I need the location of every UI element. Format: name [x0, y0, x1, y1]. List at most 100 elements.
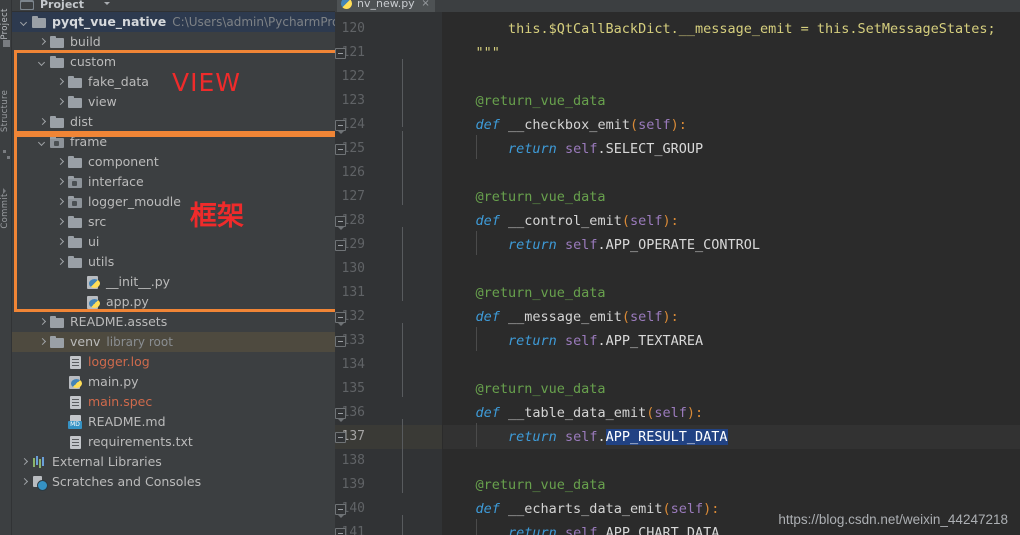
- fold-marker-icon[interactable]: [335, 408, 346, 422]
- code-line[interactable]: return self.APP_OPERATE_CONTROL: [443, 233, 760, 257]
- chevron-right-icon[interactable]: [38, 318, 47, 327]
- code-token: self: [654, 405, 687, 421]
- code-line[interactable]: def __echarts_data_emit(self):: [443, 497, 720, 521]
- code-line[interactable]: def __table_data_emit(self):: [443, 401, 704, 425]
- folder-icon: [68, 235, 83, 249]
- tree-row-readme-md[interactable]: README.md: [12, 412, 335, 432]
- code-line[interactable]: @return_vue_data: [443, 89, 606, 113]
- tree-row-interface[interactable]: interface: [12, 172, 335, 192]
- tree-row-main-py[interactable]: main.py: [12, 372, 335, 392]
- tree-row-dist[interactable]: dist: [12, 112, 335, 132]
- chevron-right-icon[interactable]: [56, 98, 65, 107]
- fold-marker-icon[interactable]: [335, 432, 346, 443]
- fold-marker-icon[interactable]: [335, 144, 346, 155]
- chevron-right-icon[interactable]: [56, 158, 65, 167]
- fold-marker-icon[interactable]: [335, 48, 346, 59]
- code-token: @return_vue_data: [443, 189, 606, 205]
- chevron-right-icon[interactable]: [20, 478, 29, 487]
- code-token: this.$QtCallBackDict.__message_emit = th…: [443, 21, 996, 37]
- tree-row-readme-assets[interactable]: README.assets: [12, 312, 335, 332]
- python-file-icon: [68, 375, 83, 389]
- fold-marker-icon[interactable]: [335, 528, 346, 535]
- fold-marker-icon[interactable]: [335, 120, 346, 134]
- chevron-right-icon[interactable]: [56, 178, 65, 187]
- editor-tab-label: nv_new.py: [357, 0, 415, 10]
- chevron-right-icon[interactable]: [38, 338, 47, 347]
- tree-row-scratches-and-consoles[interactable]: Scratches and Consoles: [12, 472, 335, 492]
- tree-row-fake-data[interactable]: fake_data: [12, 72, 335, 92]
- folder-icon: [50, 335, 65, 349]
- fold-marker-icon[interactable]: [335, 312, 346, 326]
- code-content[interactable]: this.$QtCallBackDict.__message_emit = th…: [443, 12, 1020, 535]
- code-token: @return_vue_data: [443, 477, 606, 493]
- code-line[interactable]: return self.APP_RESULT_DATA: [443, 425, 1020, 449]
- chevron-right-icon[interactable]: [38, 38, 47, 47]
- tree-row-ui[interactable]: ui: [12, 232, 335, 252]
- project-tree[interactable]: pyqt_vue_native C:\Users\admin\PycharmPro…: [12, 12, 335, 535]
- line-number: 127: [341, 189, 365, 204]
- tree-item-label: pyqt_vue_native: [52, 14, 167, 29]
- code-line[interactable]: return self.SELECT_GROUP: [443, 137, 703, 161]
- code-line[interactable]: @return_vue_data: [443, 185, 606, 209]
- chevron-right-icon[interactable]: [56, 218, 65, 227]
- code-line[interactable]: @return_vue_data: [443, 281, 606, 305]
- fold-connector-line: [402, 59, 403, 127]
- chevron-right-icon[interactable]: [56, 78, 65, 87]
- code-token: __table_data_emit: [499, 405, 647, 421]
- chevron-down-icon[interactable]: [20, 18, 29, 27]
- code-token: return: [508, 429, 557, 445]
- code-line[interactable]: """: [443, 41, 500, 65]
- code-token: APP_TEXTAREA: [605, 333, 704, 349]
- tree-row-main-spec[interactable]: main.spec: [12, 392, 335, 412]
- tree-row-app-py[interactable]: app.py: [12, 292, 335, 312]
- tree-row-venv[interactable]: venv library root: [12, 332, 335, 352]
- fold-marker-icon[interactable]: [335, 504, 346, 518]
- code-line[interactable]: @return_vue_data: [443, 473, 606, 497]
- tree-row-utils[interactable]: utils: [12, 252, 335, 272]
- chevron-down-icon[interactable]: [38, 58, 47, 67]
- editor-gutter[interactable]: 120 121 122 123 124 125 126 127 128 129 130 131 132 1…: [335, 12, 443, 535]
- folder-icon: [68, 255, 83, 269]
- tree-row-logger-log[interactable]: logger.log: [12, 352, 335, 372]
- chevron-right-icon[interactable]: [20, 458, 29, 467]
- chevron-right-icon[interactable]: [38, 118, 47, 127]
- tree-row-external-libraries[interactable]: External Libraries: [12, 452, 335, 472]
- code-line[interactable]: def __checkbox_emit(self):: [443, 113, 687, 137]
- tree-row-view[interactable]: view: [12, 92, 335, 112]
- code-line[interactable]: def __message_emit(self):: [443, 305, 679, 329]
- code-line[interactable]: return self.APP_TEXTAREA: [443, 329, 703, 353]
- project-tab-marker-icon: [3, 40, 10, 47]
- code-line[interactable]: def __control_emit(self):: [443, 209, 679, 233]
- tree-row-src[interactable]: src: [12, 212, 335, 232]
- code-line[interactable]: this.$QtCallBackDict.__message_emit = th…: [443, 17, 996, 41]
- tree-row-requirements-txt[interactable]: requirements.txt: [12, 432, 335, 452]
- fold-marker-icon[interactable]: [335, 216, 346, 230]
- fold-marker-icon[interactable]: [335, 240, 346, 251]
- fold-marker-icon[interactable]: [335, 336, 346, 347]
- tree-row-custom[interactable]: custom: [12, 52, 335, 72]
- chevron-right-icon[interactable]: [56, 258, 65, 267]
- tree-row-pyqt-vue-native[interactable]: pyqt_vue_native C:\Users\admin\PycharmPro…: [12, 12, 335, 32]
- indent-guide: [476, 423, 477, 447]
- chevron-right-icon[interactable]: [56, 198, 65, 207]
- code-token: ): [662, 213, 671, 229]
- toolwindow-tab-structure[interactable]: Structure: [0, 85, 12, 137]
- tree-row-frame[interactable]: frame: [12, 132, 335, 152]
- tree-row-logger-moudle[interactable]: logger_moudle: [12, 192, 335, 212]
- tree-row-component[interactable]: component: [12, 152, 335, 172]
- tree-row-init-py[interactable]: __init__.py: [12, 272, 335, 292]
- code-token: return: [508, 141, 557, 157]
- code-token: (: [621, 213, 630, 229]
- chevron-down-icon[interactable]: [38, 138, 47, 147]
- chevron-down-icon[interactable]: [104, 2, 110, 8]
- code-line[interactable]: return self.APP_CHART_DATA: [443, 521, 719, 535]
- chevron-right-icon[interactable]: [56, 238, 65, 247]
- editor-tab[interactable]: nv_new.py ×: [337, 0, 435, 12]
- code-line[interactable]: @return_vue_data: [443, 377, 606, 401]
- tree-row-build[interactable]: build: [12, 32, 335, 52]
- tree-item-label: build: [70, 34, 101, 49]
